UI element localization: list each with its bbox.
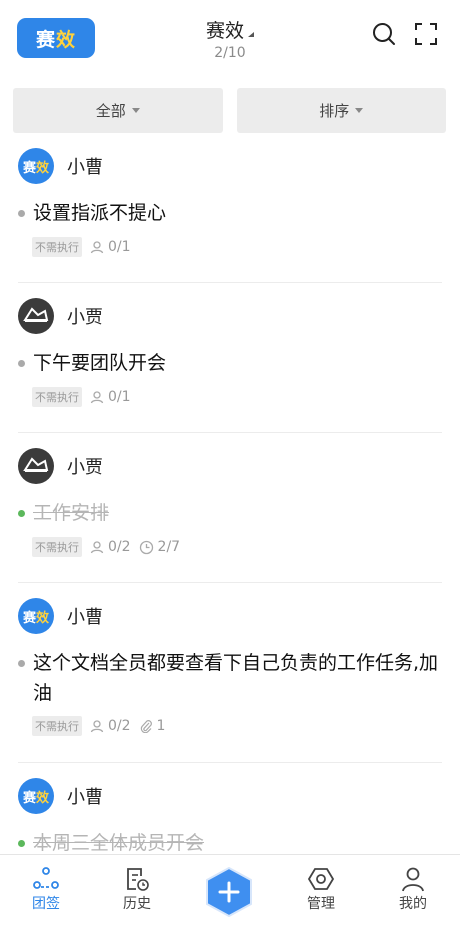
status-badge: 不需执行 (32, 387, 82, 407)
avatar-face-icon (23, 457, 49, 472)
avatar: 赛效 (18, 778, 54, 814)
task-meta: 不需执行 0/2 2/7 (32, 537, 180, 557)
tab-label: 管理 (307, 896, 335, 912)
person-icon (402, 867, 424, 892)
paperclip-icon (140, 720, 152, 733)
divider (18, 282, 442, 283)
task-title[interactable]: 这个文档全员都要查看下自己负责的工作任务,加油 (18, 648, 440, 708)
person-icon (90, 391, 104, 404)
task-user: 小贾 (18, 298, 103, 334)
task-title[interactable]: 设置指派不提心 (18, 198, 440, 228)
tab-mine[interactable]: 我的 (378, 865, 448, 913)
task-title[interactable]: 下午要团队开会 (18, 348, 440, 378)
task-meta: 不需执行 0/1 (32, 387, 131, 407)
filter-bar: 全部 排序 (13, 88, 446, 133)
user-name: 小贾 (67, 307, 103, 328)
tab-label: 团签 (32, 896, 60, 912)
people-count: 0/1 (108, 239, 131, 255)
team-icon (33, 867, 59, 889)
task-user: 赛效 小曹 (18, 778, 103, 814)
task-card[interactable]: 小贾 下午要团队开会 不需执行 0/1 (0, 290, 460, 430)
person-icon (90, 241, 104, 254)
task-user: 赛效 小曹 (18, 598, 103, 634)
people-count: 0/1 (108, 389, 131, 405)
fullscreen-icon[interactable] (412, 20, 440, 48)
avatar (18, 448, 54, 484)
task-card[interactable]: 小贾 工作安排 不需执行 0/2 2/7 (0, 440, 460, 580)
user-name: 小曹 (67, 607, 103, 628)
status-badge: 不需执行 (32, 716, 82, 736)
task-user: 小贾 (18, 448, 103, 484)
task-meta: 不需执行 0/1 (32, 237, 131, 257)
sort-button[interactable]: 排序 (236, 88, 446, 133)
tab-manage[interactable]: 管理 (286, 865, 356, 913)
person-icon (90, 541, 104, 554)
sort-label: 排序 (319, 102, 350, 120)
status-badge: 不需执行 (32, 237, 82, 257)
status-dot (18, 510, 25, 517)
page-title: 赛效 (205, 20, 244, 42)
task-card[interactable]: 赛效 小曹 这个文档全员都要查看下自己负责的工作任务,加油 不需执行 0/2 1 (0, 590, 460, 760)
people-count: 0/2 (108, 718, 131, 734)
app-header: 赛效 赛效 2/10 (0, 0, 460, 78)
task-card[interactable]: 赛效 小曹 设置指派不提心 不需执行 0/1 (0, 140, 460, 280)
user-name: 小曹 (67, 157, 103, 178)
search-icon[interactable] (370, 20, 398, 48)
avatar: 赛效 (18, 148, 54, 184)
tab-team-sign[interactable]: 团签 (11, 865, 81, 913)
tab-label: 我的 (399, 896, 427, 912)
divider (18, 762, 442, 763)
title-dropdown-icon (248, 32, 254, 37)
avatar (18, 298, 54, 334)
task-card[interactable]: 赛效 小曹 本周三全体成员开会 (0, 770, 460, 860)
history-icon (127, 868, 149, 891)
user-name: 小贾 (67, 457, 103, 478)
filter-all-label: 全部 (95, 102, 126, 120)
status-dot (18, 660, 25, 667)
task-title[interactable]: 工作安排 (18, 498, 440, 528)
status-dot (18, 840, 25, 847)
people-count: 0/2 (108, 539, 131, 555)
caret-down-icon (355, 108, 364, 113)
filter-all-button[interactable]: 全部 (13, 88, 223, 133)
status-dot (18, 360, 25, 367)
task-meta: 不需执行 0/2 1 (32, 716, 165, 736)
avatar: 赛效 (18, 598, 54, 634)
attachment-count: 1 (156, 718, 166, 734)
person-icon (90, 720, 104, 733)
settings-hex-icon (308, 868, 334, 890)
avatar-face-icon (23, 307, 49, 322)
divider (18, 582, 442, 583)
caret-down-icon (131, 108, 140, 113)
divider (18, 432, 442, 433)
task-user: 赛效 小曹 (18, 148, 103, 184)
add-button[interactable] (204, 867, 254, 917)
status-badge: 不需执行 (32, 537, 82, 557)
time-progress: 2/7 (157, 539, 181, 555)
user-name: 小曹 (67, 787, 103, 808)
clock-icon (139, 540, 153, 554)
tab-label: 历史 (123, 896, 151, 912)
status-dot (18, 210, 25, 217)
bottom-tab-bar: 团签 历史 管理 我的 (0, 854, 460, 930)
tab-history[interactable]: 历史 (102, 865, 172, 913)
